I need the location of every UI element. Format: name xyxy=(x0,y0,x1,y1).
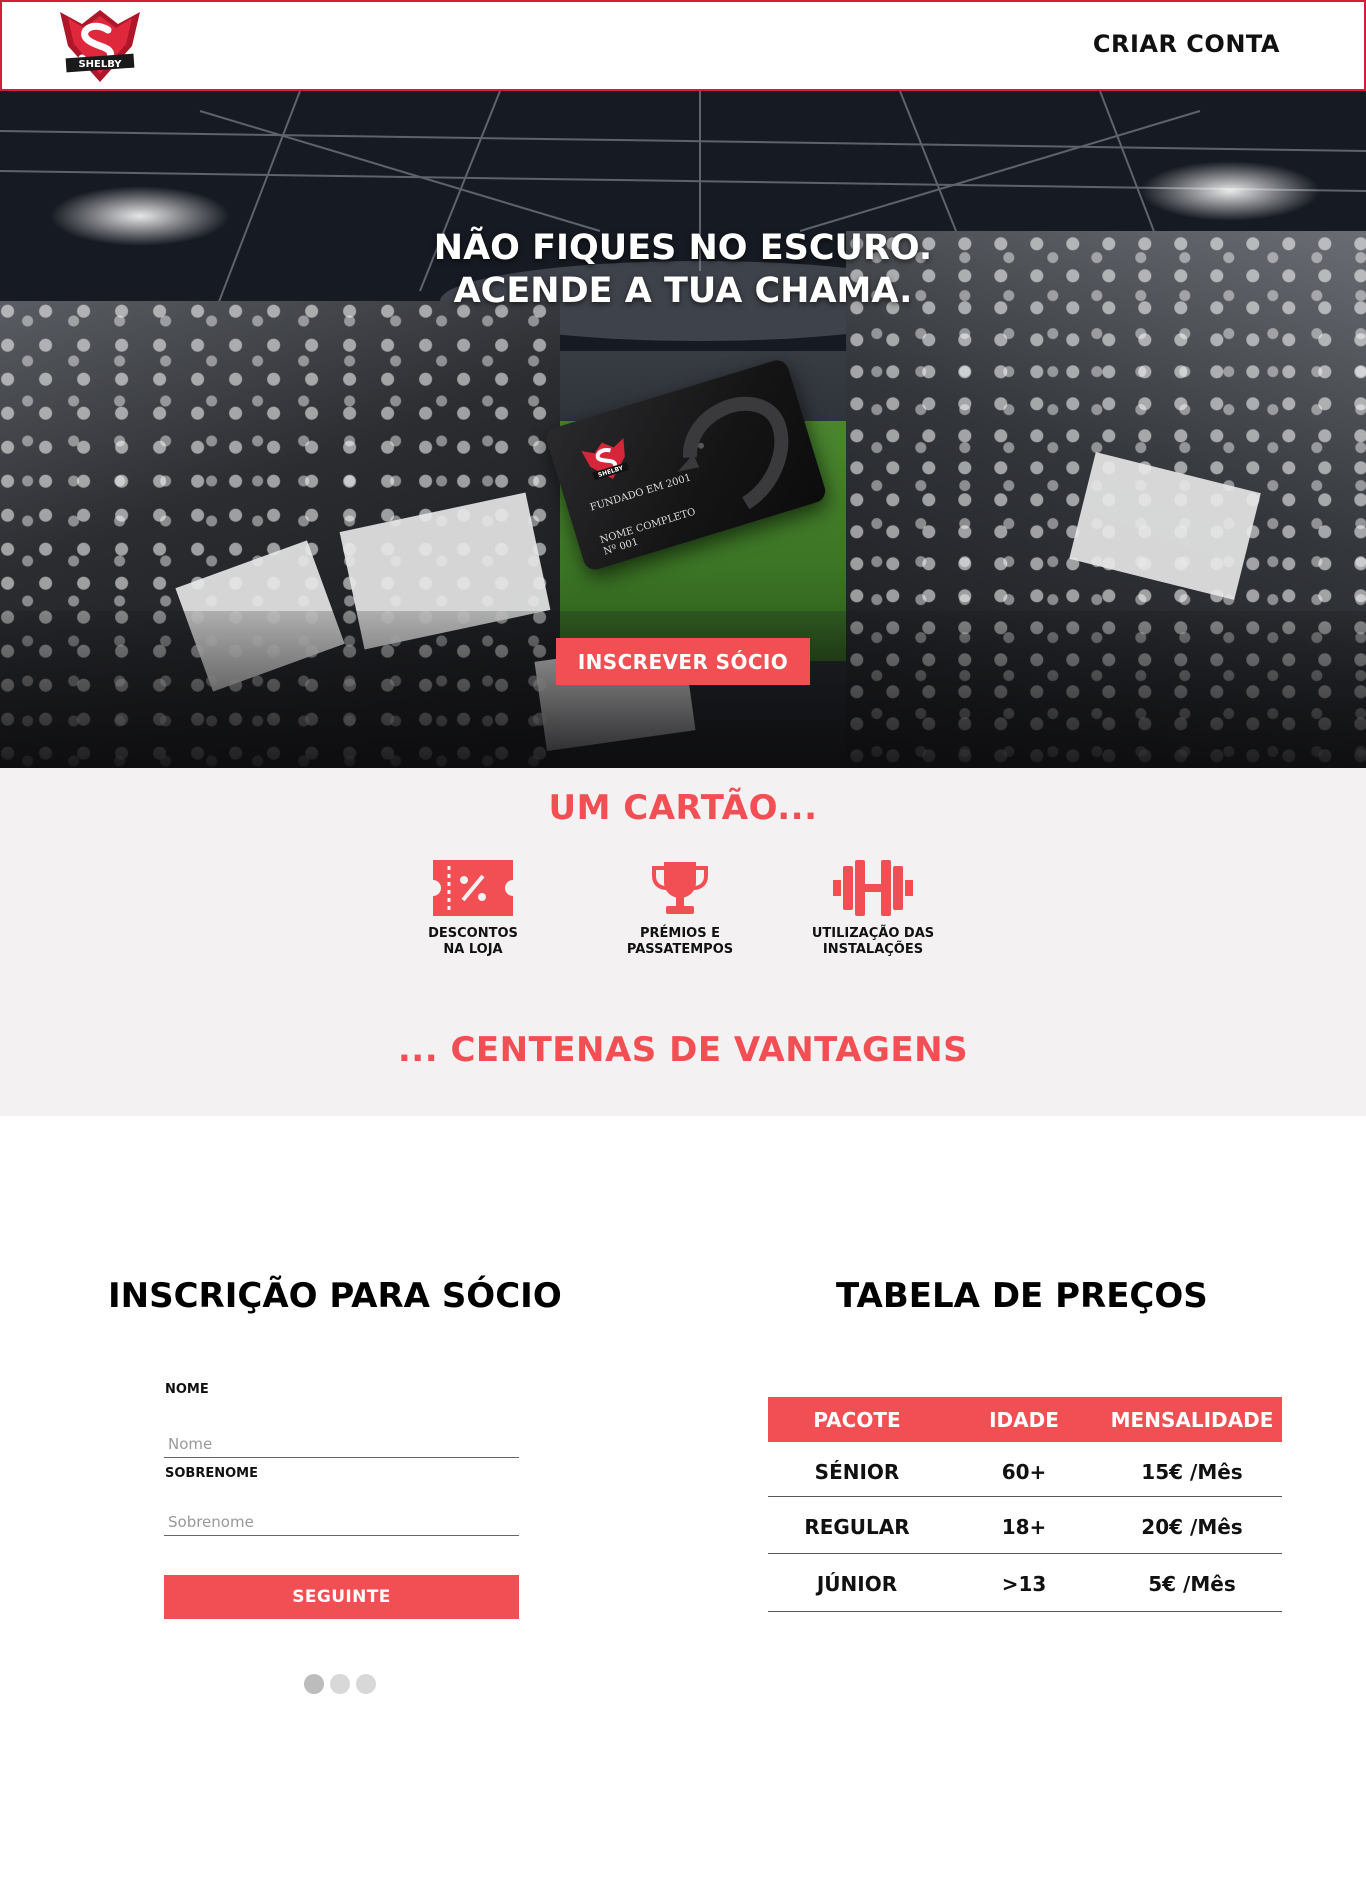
benefits-title: UM CARTÃO... xyxy=(548,788,818,828)
table-cell: 20€ /Mês xyxy=(1141,1515,1243,1539)
pricing-table: PACOTE IDADE MENSALIDADE SÉNIOR 60+ 15€ … xyxy=(768,1397,1282,1612)
discount-ticket-icon xyxy=(433,860,513,916)
table-cell: >13 xyxy=(1001,1571,1047,1596)
step-dot[interactable] xyxy=(356,1674,376,1694)
logo-text: SHELBY xyxy=(78,59,122,70)
table-header-row: PACOTE IDADE MENSALIDADE xyxy=(768,1397,1282,1442)
table-cell: JÚNIOR xyxy=(816,1571,898,1596)
table-cell: SÉNIOR xyxy=(814,1460,900,1484)
criar-conta-link[interactable]: CRIAR CONTA xyxy=(1093,30,1280,58)
inscrever-socio-button[interactable]: INSCREVER SÓCIO xyxy=(556,638,810,685)
benefit-discounts-line2: NA LOJA xyxy=(443,942,503,957)
hero-headline: NÃO FIQUES NO ESCURO. ACENDE A TUA CHAMA… xyxy=(0,227,1366,313)
benefit-facilities-line1: UTILIZAÇÃO DAS xyxy=(811,926,935,941)
card-name: NOME COMPLETO xyxy=(598,506,697,547)
table-header-cell: MENSALIDADE xyxy=(1110,1407,1274,1432)
table-cell: 5€ /Mês xyxy=(1148,1571,1236,1596)
card-logo-icon: SHELBY xyxy=(581,438,629,481)
benefit-prizes-line2: PASSATEMPOS xyxy=(626,942,734,957)
benefits-subtitle: ... CENTENAS DE VANTAGENS xyxy=(397,1030,969,1070)
benefit-prizes-line1: PRÉMIOS E xyxy=(639,926,720,941)
snake-icon xyxy=(677,396,789,510)
table-cell: 18+ xyxy=(1001,1515,1047,1539)
hero-headline-line2: ACENDE A TUA CHAMA. xyxy=(453,271,913,311)
trophy-icon xyxy=(652,862,708,914)
dumbbell-icon xyxy=(833,860,913,916)
crowd-front xyxy=(0,611,1366,768)
table-row: SÉNIOR 60+ 15€ /Mês xyxy=(768,1442,1282,1497)
table-cell: REGULAR xyxy=(804,1515,910,1539)
step-dot[interactable] xyxy=(330,1674,350,1694)
benefits-section: UM CARTÃO... DESCONTOS NA LOJA PRÉMIOS E… xyxy=(0,768,1366,1116)
nome-input[interactable] xyxy=(164,1424,519,1458)
benefit-facilities: UTILIZAÇÃO DAS INSTALAÇÕES xyxy=(793,858,953,958)
benefit-facilities-line2: INSTALAÇÕES xyxy=(822,942,924,957)
sobrenome-label: SOBRENOME xyxy=(165,1466,258,1481)
table-header-cell: IDADE xyxy=(989,1407,1059,1432)
table-row: JÚNIOR >13 5€ /Mês xyxy=(768,1554,1282,1612)
table-cell: 60+ xyxy=(1001,1460,1047,1484)
step-dot[interactable] xyxy=(304,1674,324,1694)
table-cell: 15€ /Mês xyxy=(1141,1460,1243,1484)
benefit-discounts-line1: DESCONTOS xyxy=(428,926,518,941)
hero-banner: NÃO FIQUES NO ESCURO. ACENDE A TUA CHAMA… xyxy=(0,91,1366,768)
form-title: INSCRIÇÃO PARA SÓCIO xyxy=(108,1276,562,1316)
table-row: REGULAR 18+ 20€ /Mês xyxy=(768,1497,1282,1554)
form-step-indicator xyxy=(304,1674,376,1694)
benefit-discounts: DESCONTOS NA LOJA xyxy=(393,858,553,958)
nome-label: NOME xyxy=(165,1382,209,1397)
pricing-title: TABELA DE PREÇOS xyxy=(836,1276,1208,1316)
shelby-logo[interactable]: SHELBY xyxy=(52,6,148,86)
hero-headline-line1: NÃO FIQUES NO ESCURO. xyxy=(433,228,933,268)
table-header-cell: PACOTE xyxy=(813,1407,901,1432)
sobrenome-input[interactable] xyxy=(164,1502,519,1536)
site-header: SHELBY CRIAR CONTA xyxy=(0,0,1366,91)
benefit-prizes: PRÉMIOS E PASSATEMPOS xyxy=(600,858,760,958)
seguinte-button[interactable]: SEGUINTE xyxy=(164,1575,519,1619)
